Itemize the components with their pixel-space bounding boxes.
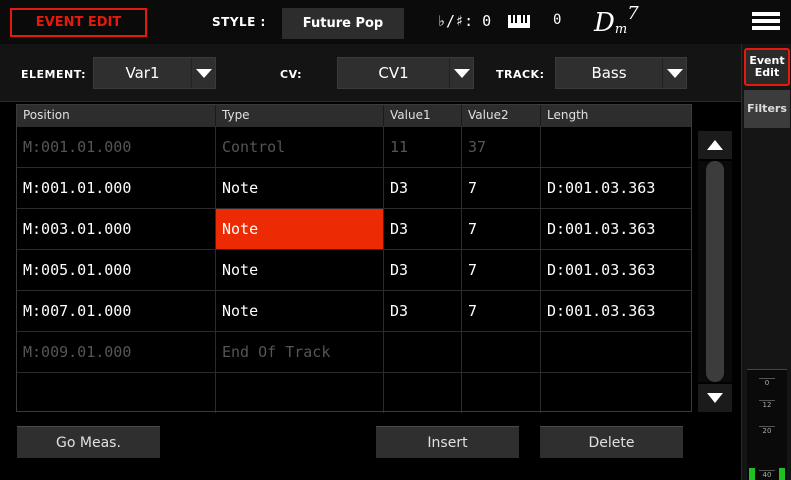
insert-button[interactable]: Insert	[376, 426, 519, 458]
cell-value2[interactable]: 7	[462, 291, 541, 331]
chord-quality: m	[614, 22, 628, 37]
meter-mark: 0	[759, 378, 775, 387]
element-value: Var1	[125, 64, 160, 82]
table-row[interactable]	[17, 372, 691, 413]
side-tabs: Event Edit Filters 0 12 20 40	[741, 44, 791, 480]
chevron-down-icon	[449, 58, 473, 88]
column-header-length: Length	[547, 108, 589, 122]
element-dropdown[interactable]: Var1	[93, 57, 216, 89]
cell-length[interactable]	[541, 127, 691, 167]
table-row[interactable]: M:009.01.000 End Of Track	[17, 331, 691, 372]
cell-value1[interactable]	[384, 373, 462, 413]
chevron-down-icon	[662, 58, 686, 88]
arrow-down-icon	[707, 393, 723, 403]
track-dropdown[interactable]: Bass	[555, 57, 687, 89]
style-label: STYLE :	[212, 15, 266, 29]
column-header-value2: Value2	[462, 105, 541, 126]
cell-type[interactable]: End Of Track	[216, 332, 384, 372]
cell-type[interactable]: Note	[216, 168, 384, 208]
chord-extension: 7	[627, 3, 639, 24]
table-row[interactable]: M:005.01.000 Note D3 7 D:001.03.363	[17, 249, 691, 290]
scroll-down-button[interactable]	[698, 384, 732, 412]
top-bar: EVENT EDIT STYLE : Future Pop ♭/♯: 0 0 D…	[0, 0, 791, 44]
cell-position[interactable]	[17, 373, 216, 413]
column-header-position: Position	[17, 105, 216, 126]
meter-level-right	[779, 468, 785, 480]
cell-length[interactable]: D:001.03.363	[541, 250, 691, 290]
meter-mark: 20	[759, 426, 775, 435]
meter-level-left	[749, 468, 755, 480]
element-label: ELEMENT:	[21, 68, 87, 81]
tab-event-edit[interactable]: Event Edit	[744, 48, 790, 86]
level-meter: 0 12 20 40	[747, 369, 787, 480]
cv-value: CV1	[378, 64, 409, 82]
cell-length[interactable]: D:001.03.363	[541, 168, 691, 208]
track-label: TRACK:	[496, 68, 545, 81]
cell-type[interactable]: Note	[216, 291, 384, 331]
chord-root: D	[594, 8, 615, 38]
keyboard-icon	[508, 15, 530, 28]
selector-row: ELEMENT: Var1 CV: CV1 TRACK: Bass	[0, 44, 741, 102]
cell-length[interactable]: D:001.03.363	[541, 291, 691, 331]
cell-type[interactable]	[216, 373, 384, 413]
table-row[interactable]: M:001.01.000 Control 11 37	[17, 126, 691, 167]
cell-value1[interactable]: 11	[384, 127, 462, 167]
cell-value1[interactable]	[384, 332, 462, 372]
transpose-readout[interactable]: ♭/♯: 0	[437, 12, 491, 30]
table-row[interactable]: M:007.01.000 Note D3 7 D:001.03.363	[17, 290, 691, 331]
cell-position[interactable]: M:005.01.000	[17, 250, 216, 290]
chevron-down-icon	[191, 58, 215, 88]
event-table: Position Type Value1 Value2 Length M:001…	[16, 104, 692, 413]
cell-value2[interactable]	[462, 332, 541, 372]
hamburger-menu-icon[interactable]	[752, 12, 780, 34]
cell-value2[interactable]	[462, 373, 541, 413]
table-header: Position Type Value1 Value2 Length	[17, 105, 691, 126]
column-header-value1: Value1	[384, 105, 462, 126]
cell-position[interactable]: M:003.01.000	[17, 209, 216, 249]
cell-position[interactable]: M:009.01.000	[17, 332, 216, 372]
delete-button[interactable]: Delete	[540, 426, 683, 458]
table-row[interactable]: M:001.01.000 Note D3 7 D:001.03.363	[17, 167, 691, 208]
meter-mark: 12	[759, 400, 775, 409]
cell-length[interactable]: D:001.03.363	[541, 209, 691, 249]
cell-type[interactable]: Control	[216, 127, 384, 167]
scroll-up-button[interactable]	[698, 131, 732, 159]
table-row[interactable]: M:003.01.000 Note D3 7 D:001.03.363	[17, 208, 691, 249]
meter-mark: 40	[759, 470, 775, 479]
style-name-field[interactable]: Future Pop	[282, 8, 404, 39]
cell-length[interactable]	[541, 373, 691, 413]
page-title[interactable]: EVENT EDIT	[10, 8, 147, 37]
arrow-up-icon	[707, 140, 723, 150]
cell-value2[interactable]: 37	[462, 127, 541, 167]
cv-label: CV:	[280, 68, 302, 81]
cell-value2[interactable]: 7	[462, 250, 541, 290]
tab-filters[interactable]: Filters	[744, 90, 790, 128]
go-meas-button[interactable]: Go Meas.	[17, 426, 160, 458]
scrollbar-thumb[interactable]	[706, 161, 724, 382]
track-value: Bass	[591, 64, 627, 82]
cell-value2[interactable]: 7	[462, 209, 541, 249]
cell-position[interactable]: M:001.01.000	[17, 127, 216, 167]
octave-readout[interactable]: 0	[553, 12, 561, 28]
cell-value1[interactable]: D3	[384, 168, 462, 208]
cv-dropdown[interactable]: CV1	[337, 57, 474, 89]
cell-length[interactable]	[541, 332, 691, 372]
cell-value1[interactable]: D3	[384, 209, 462, 249]
column-header-type: Type	[216, 105, 384, 126]
cell-value2[interactable]: 7	[462, 168, 541, 208]
cell-value1[interactable]: D3	[384, 250, 462, 290]
cell-type[interactable]: Note	[216, 209, 384, 249]
scrollbar-track[interactable]	[698, 161, 732, 382]
chord-display: Dm7	[594, 3, 639, 38]
cell-position[interactable]: M:001.01.000	[17, 168, 216, 208]
cell-type[interactable]: Note	[216, 250, 384, 290]
cell-position[interactable]: M:007.01.000	[17, 291, 216, 331]
cell-value1[interactable]: D3	[384, 291, 462, 331]
